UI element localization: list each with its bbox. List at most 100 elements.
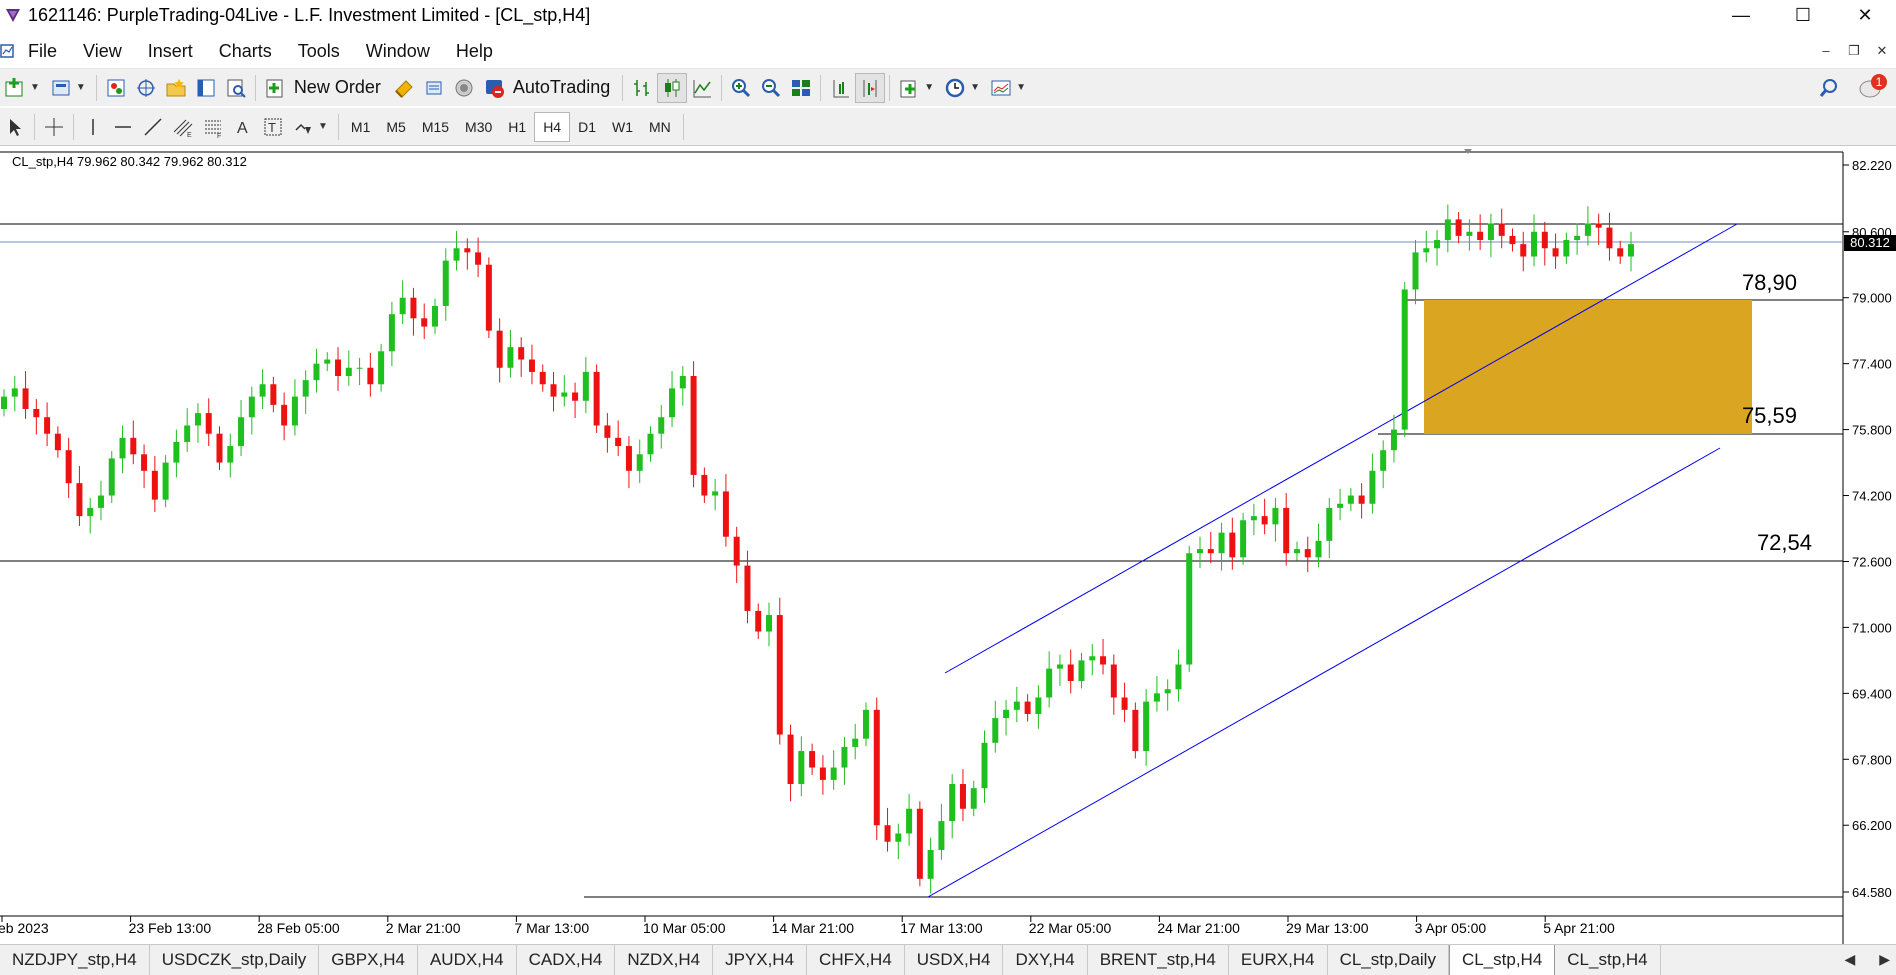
chart-tab[interactable]: CL_stp,H4	[1555, 945, 1661, 975]
trendline-icon[interactable]	[138, 112, 168, 142]
bear-candle	[1110, 664, 1117, 698]
chart-tab[interactable]: CHFX,H4	[807, 945, 905, 975]
tile-windows-icon[interactable]	[786, 73, 816, 103]
tab-scroll-left-icon[interactable]: ◀	[1844, 951, 1855, 968]
close-button[interactable]: ✕	[1834, 0, 1896, 30]
chart-tab[interactable]: JPYX,H4	[713, 945, 808, 975]
notifications-chat-icon[interactable]: 1	[1858, 73, 1888, 103]
metaeditor-icon[interactable]	[389, 73, 419, 103]
profiles-dropdown-icon[interactable]: ▼	[76, 82, 86, 93]
bear-candle	[151, 470, 158, 500]
bull-candle	[669, 388, 676, 418]
menu-help[interactable]: Help	[443, 41, 506, 62]
templates-dropdown-icon[interactable]: ▼	[1016, 82, 1026, 93]
market-icon[interactable]	[449, 73, 479, 103]
chart-tab[interactable]: NZDX,H4	[615, 945, 714, 975]
arrows-dropdown-icon[interactable]: ▼	[318, 121, 328, 132]
equidistant-channel-icon[interactable]: E	[168, 112, 198, 142]
signals-icon[interactable]	[419, 73, 449, 103]
bear-candle	[1283, 507, 1290, 554]
chart-tab[interactable]: NZDJPY_stp,H4	[0, 945, 150, 975]
new-chart-icon[interactable]	[0, 73, 30, 103]
chart-tab[interactable]: EURX,H4	[1229, 945, 1328, 975]
profiles-icon[interactable]	[46, 73, 76, 103]
timeframe-m5[interactable]: M5	[378, 112, 413, 142]
line-chart-icon[interactable]	[687, 73, 717, 103]
timeframe-m30[interactable]: M30	[457, 112, 500, 142]
child-close-button[interactable]: ✕	[1868, 43, 1896, 59]
indicators-icon[interactable]	[894, 73, 924, 103]
timeframe-h1[interactable]: H1	[500, 112, 534, 142]
chart-tab[interactable]: DXY,H4	[1003, 945, 1088, 975]
zoom-in-icon[interactable]	[726, 73, 756, 103]
templates-icon[interactable]	[986, 73, 1016, 103]
bear-candle	[205, 413, 212, 434]
chart-tab[interactable]: CL_stp,H4	[1448, 945, 1556, 975]
tab-scroll-right-icon[interactable]: ▶	[1879, 951, 1890, 968]
bull-candle	[679, 376, 686, 389]
bear-candle	[755, 610, 762, 632]
vertical-line-icon[interactable]	[78, 112, 108, 142]
menu-insert[interactable]: Insert	[135, 41, 206, 62]
new-order-button[interactable]: New Order	[294, 77, 381, 98]
chart-tab[interactable]: BRENT_stp,H4	[1088, 945, 1229, 975]
child-minimize-button[interactable]: –	[1812, 43, 1840, 59]
price-chart[interactable]: CL_stp,H4 79.962 80.342 79.962 80.312 78…	[0, 146, 1896, 946]
chart-shift-icon[interactable]	[855, 72, 886, 103]
menu-charts[interactable]: Charts	[206, 41, 285, 62]
menu-window[interactable]: Window	[353, 41, 443, 62]
chart-tab[interactable]: GBPX,H4	[319, 945, 418, 975]
bull-candle	[647, 433, 654, 455]
fibonacci-retracement-icon[interactable]: F	[198, 112, 228, 142]
bull-candle	[992, 718, 999, 743]
demand-zone-rectangle[interactable]	[1424, 300, 1752, 434]
timeframe-m1[interactable]: M1	[343, 112, 378, 142]
new-order-icon[interactable]	[260, 73, 290, 103]
periods-clock-icon[interactable]	[940, 73, 970, 103]
autotrading-button[interactable]: AutoTrading	[513, 77, 610, 98]
periods-dropdown-icon[interactable]: ▼	[970, 82, 980, 93]
chart-tab[interactable]: USDX,H4	[905, 945, 1004, 975]
bull-candle	[1250, 516, 1257, 521]
chart-tab[interactable]: AUDX,H4	[418, 945, 517, 975]
autotrading-icon[interactable]	[479, 73, 509, 103]
zoom-out-icon[interactable]	[756, 73, 786, 103]
timeframe-m15[interactable]: M15	[414, 112, 457, 142]
time-tick-label: 28 Feb 05:00	[257, 920, 340, 936]
text-tool-icon[interactable]: A	[228, 112, 258, 142]
menu-tools[interactable]: Tools	[285, 41, 353, 62]
timeframe-mn[interactable]: MN	[641, 112, 679, 142]
bear-candle	[528, 359, 535, 372]
navigator-folder-icon[interactable]	[161, 73, 191, 103]
text-label-icon[interactable]: T	[258, 112, 288, 142]
auto-scroll-icon[interactable]	[825, 73, 855, 103]
timeframe-w1[interactable]: W1	[604, 112, 641, 142]
chart-tab[interactable]: CL_stp,Daily	[1328, 945, 1449, 975]
chart-window-icon[interactable]	[0, 42, 16, 60]
chart-tab[interactable]: CADX,H4	[517, 945, 616, 975]
maximize-button[interactable]: ☐	[1772, 0, 1834, 30]
arrows-icon[interactable]	[288, 112, 318, 142]
new-chart-dropdown-icon[interactable]: ▼	[30, 82, 40, 93]
market-watch-icon[interactable]	[101, 73, 131, 103]
terminal-icon[interactable]	[191, 73, 221, 103]
crosshair-icon[interactable]	[39, 112, 69, 142]
child-restore-button[interactable]: ❐	[1840, 43, 1868, 59]
indicators-dropdown-icon[interactable]: ▼	[924, 82, 934, 93]
chart-tab[interactable]: USDCZK_stp,Daily	[150, 945, 320, 975]
menu-view[interactable]: View	[70, 41, 135, 62]
bull-candle	[1089, 656, 1096, 661]
horizontal-line-icon[interactable]	[108, 112, 138, 142]
search-icon[interactable]	[1814, 73, 1844, 103]
timeframe-h4[interactable]: H4	[534, 111, 571, 142]
time-tick-label: 24 Mar 21:00	[1157, 920, 1240, 936]
bear-candle	[701, 474, 708, 496]
timeframe-d1[interactable]: D1	[570, 112, 604, 142]
minimize-button[interactable]: —	[1710, 0, 1772, 30]
drawing-timeframe-toolbar: E F A T ▼ M1 M5 M15 M30 H1 H4 D1 W1 MN	[0, 108, 1896, 146]
crosshair-data-window-icon[interactable]	[131, 73, 161, 103]
cursor-arrow-icon[interactable]	[0, 112, 30, 142]
candlestick-chart-icon[interactable]	[657, 72, 688, 103]
strategy-tester-icon[interactable]	[221, 73, 251, 103]
bar-chart-icon[interactable]	[627, 73, 657, 103]
